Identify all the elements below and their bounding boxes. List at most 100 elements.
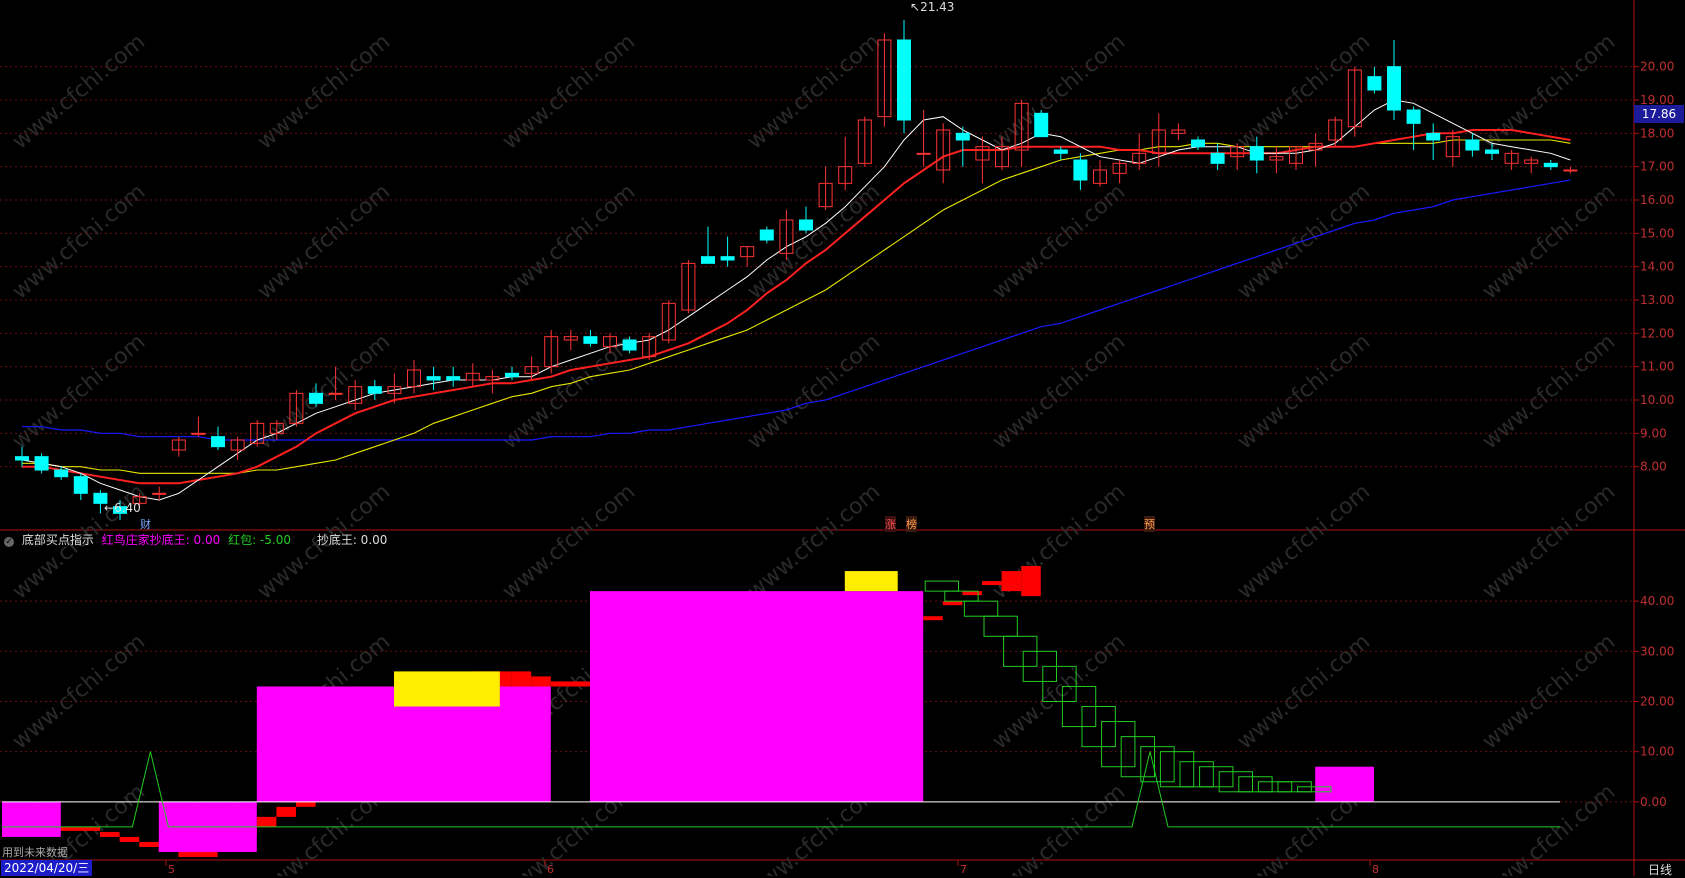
candle-body: [426, 376, 441, 381]
green-box: [1120, 736, 1156, 778]
month-tick-label: 5: [168, 863, 175, 876]
watermark-text: www.cfchi.com: [498, 179, 640, 304]
price-tick-label: 13.00: [1640, 293, 1674, 307]
candle-body: [446, 376, 461, 381]
indicator-toggle-icon[interactable]: ✓: [4, 537, 14, 547]
watermark-text: www.cfchi.com: [743, 179, 885, 304]
red-step-bar: [1021, 566, 1041, 597]
candle-body: [583, 336, 598, 344]
price-tick-label: 16.00: [1640, 193, 1674, 207]
candle-body: [955, 132, 970, 141]
watermark-text: www.cfchi.com: [253, 179, 395, 304]
price-tick-label: 10.00: [1640, 393, 1674, 407]
green-box: [1199, 766, 1234, 788]
watermark-text: www.cfchi.com: [1478, 479, 1620, 604]
magenta-block: [1315, 766, 1374, 802]
price-tick-label: 18.00: [1640, 126, 1674, 140]
month-tick-label: 8: [1372, 863, 1379, 876]
price-tick-label: 14.00: [1640, 260, 1674, 274]
current-price-tag: 17.86: [1634, 105, 1684, 123]
watermark-text: www.cfchi.com: [8, 29, 150, 154]
month-tick-label: 7: [960, 863, 967, 876]
candle-body: [1367, 76, 1382, 91]
yellow-block: [394, 671, 500, 707]
watermark-text: www.cfchi.com: [1478, 779, 1620, 876]
candle-body: [916, 152, 931, 155]
indicator-tick-label: 30.00: [1640, 644, 1674, 658]
candle-body: [505, 372, 519, 378]
indicator-tick-label: 40.00: [1640, 594, 1674, 608]
watermark-text: www.cfchi.com: [1233, 179, 1375, 304]
month-tick-label: 6: [547, 863, 554, 876]
yellow-block: [844, 571, 898, 592]
red-step-bar: [531, 676, 551, 687]
magenta-block: [2, 801, 61, 837]
high-annotation: ↖21.43: [910, 0, 955, 14]
watermark-text: www.cfchi.com: [8, 329, 150, 454]
green-box: [1218, 771, 1254, 793]
low-marker[interactable]: 财: [140, 516, 151, 532]
period-label[interactable]: 日线: [1648, 861, 1672, 878]
candle-body: [191, 432, 206, 435]
price-tick-label: 17.00: [1640, 160, 1674, 174]
watermark-text: www.cfchi.com: [8, 179, 150, 304]
candle-body: [367, 386, 382, 394]
red-step-bar: [60, 826, 81, 831]
event-marker-3[interactable]: 预: [1144, 516, 1155, 532]
price-tick-label: 15.00: [1640, 226, 1674, 240]
indicator-tick-label: 0.00: [1640, 795, 1667, 809]
magenta-block: [590, 591, 924, 802]
watermark-text: www.cfchi.com: [988, 629, 1130, 754]
price-tick-label: 8.00: [1640, 460, 1667, 474]
candle-body: [1034, 112, 1049, 138]
watermark-text: www.cfchi.com: [1478, 329, 1620, 454]
watermark-text: www.cfchi.com: [988, 329, 1130, 454]
ma10-line: [22, 129, 1571, 485]
watermark-text: www.cfchi.com: [498, 479, 640, 604]
indicator-legend: ✓ 底部买点指示 红鸟庄家抄底王: 0.00 红包: -5.00 抄底王: 0.…: [4, 531, 391, 549]
red-step-bar: [100, 831, 120, 837]
candle-body: [1465, 139, 1480, 151]
price-tick-label: 9.00: [1640, 426, 1667, 440]
red-step-bar: [80, 826, 100, 831]
candle-body: [34, 456, 49, 471]
candle-body: [897, 39, 911, 121]
candle-body: [1543, 162, 1558, 168]
watermark-text: www.cfchi.com: [988, 779, 1130, 876]
candle-body: [701, 256, 715, 264]
watermark-text: www.cfchi.com: [253, 29, 395, 154]
date-label[interactable]: 2022/04/20/三: [1, 860, 93, 876]
watermark-text: www.cfchi.com: [743, 29, 885, 154]
high-value: 21.43: [920, 0, 955, 14]
green-box: [1179, 761, 1214, 788]
event-marker-2[interactable]: 榜: [906, 516, 917, 532]
red-step-bar: [923, 616, 943, 621]
candle-body: [54, 469, 69, 478]
green-box: [983, 615, 1018, 637]
indicator-item-1: 红包: -5.00: [228, 533, 291, 547]
watermark-text: www.cfchi.com: [743, 329, 885, 454]
red-step-bar: [119, 836, 140, 842]
event-marker-1[interactable]: 涨: [885, 516, 896, 532]
candle-body: [15, 456, 29, 461]
watermark-text: www.cfchi.com: [1478, 629, 1620, 754]
low-value: 6.40: [114, 501, 141, 515]
watermark-text: www.cfchi.com: [1233, 29, 1375, 154]
candle-body: [152, 492, 167, 495]
candle-body: [1053, 149, 1068, 154]
red-step-bar: [178, 852, 198, 858]
watermark-text: www.cfchi.com: [8, 629, 150, 754]
watermark-text: www.cfchi.com: [1233, 329, 1375, 454]
red-step-bar: [511, 671, 532, 687]
watermark-text: www.cfchi.com: [1233, 629, 1375, 754]
candle-body: [211, 436, 225, 448]
watermark-text: www.cfchi.com: [498, 29, 640, 154]
watermark-text: www.cfchi.com: [498, 329, 640, 454]
candle-body: [1485, 149, 1499, 154]
indicator-name[interactable]: 底部买点指示: [22, 533, 94, 547]
red-step-bar: [276, 806, 296, 817]
red-step-bar: [256, 816, 277, 827]
green-box: [1257, 781, 1293, 793]
red-step-bar: [198, 852, 218, 858]
indicator-item-2: 抄底王: 0.00: [316, 533, 388, 547]
